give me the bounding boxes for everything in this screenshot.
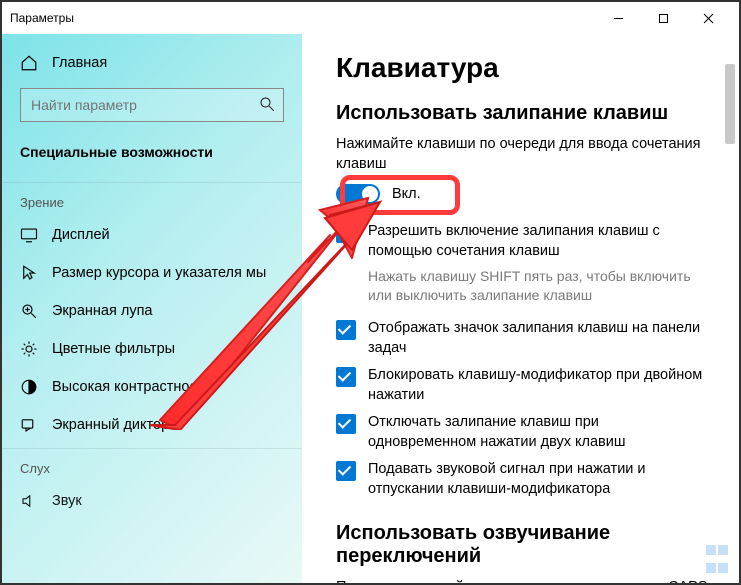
nav-label: Цветные фильтры	[52, 341, 175, 357]
page-title: Клавиатура	[336, 52, 711, 84]
toggle-state-label: Вкл.	[392, 186, 421, 202]
close-button[interactable]	[686, 2, 731, 34]
nav-sound[interactable]: Звук	[2, 482, 302, 520]
nav-color-filters[interactable]: Цветные фильтры	[2, 330, 302, 368]
group-vision: Зрение	[2, 182, 302, 216]
check-taskbar-icon[interactable]: Отображать значок залипания клавиш на па…	[336, 319, 711, 358]
check-shortcut-enable[interactable]: Разрешить включение залипания клавиш с п…	[336, 222, 711, 261]
checkbox-icon	[336, 223, 356, 243]
nav-high-contrast[interactable]: Высокая контрастность	[2, 368, 302, 406]
sticky-keys-heading: Использовать залипание клавиш	[336, 102, 711, 125]
checkbox-icon	[336, 414, 356, 434]
sticky-keys-toggle-row: Вкл.	[336, 184, 711, 204]
settings-window: Параметры Главная Специальные возможност…	[0, 0, 741, 585]
checkbox-icon	[336, 367, 356, 387]
titlebar: Параметры	[2, 2, 739, 34]
checkbox-icon	[336, 461, 356, 481]
search-wrap	[20, 88, 284, 122]
check-label: Подавать звуковой сигнал при нажатии и о…	[368, 460, 711, 499]
sidebar: Главная Специальные возможности Зрение Д…	[2, 34, 302, 583]
home-label: Главная	[52, 55, 107, 71]
check-lock-modifier[interactable]: Блокировать клавишу-модификатор при двой…	[336, 366, 711, 405]
check-label: Блокировать клавишу-модификатор при двой…	[368, 366, 711, 405]
nav-cursor-size[interactable]: Размер курсора и указателя мы	[2, 254, 302, 292]
display-icon	[20, 226, 38, 244]
watermark-icon	[705, 543, 729, 579]
check-beep-modifier[interactable]: Подавать звуковой сигнал при нажатии и о…	[336, 460, 711, 499]
check-label: Отключать залипание клавиш при одновреме…	[368, 413, 711, 452]
nav-display[interactable]: Дисплей	[2, 216, 302, 254]
nav-narrator[interactable]: Экранный диктор	[2, 406, 302, 444]
color-filters-icon	[20, 340, 38, 358]
check-label: Разрешить включение залипания клавиш с п…	[368, 222, 711, 261]
check-label: Отображать значок залипания клавиш на па…	[368, 319, 711, 358]
sticky-keys-toggle[interactable]	[336, 184, 380, 204]
sound-icon	[20, 492, 38, 510]
minimize-button[interactable]	[596, 2, 641, 34]
sticky-keys-hint: Нажимайте клавиши по очереди для ввода с…	[336, 135, 711, 174]
nav-label: Размер курсора и указателя мы	[52, 265, 266, 281]
search-icon	[258, 95, 276, 118]
maximize-button[interactable]	[641, 2, 686, 34]
nav-label: Экранный диктор	[52, 417, 169, 433]
content-pane: Клавиатура Использовать залипание клавиш…	[302, 34, 739, 583]
toggle-keys-heading: Использовать озвучивание переключений	[336, 522, 711, 568]
cursor-icon	[20, 264, 38, 282]
search-input[interactable]	[20, 88, 284, 122]
nav-label: Дисплей	[52, 227, 110, 243]
section-title: Специальные возможности	[2, 136, 302, 178]
home-icon	[20, 54, 38, 72]
home-nav[interactable]: Главная	[2, 44, 302, 82]
scroll-thumb[interactable]	[725, 64, 735, 144]
magnifier-icon	[20, 302, 38, 320]
nav-label: Экранная лупа	[52, 303, 152, 319]
toggle-keys-hint: Подавать звуковой сигнал при нажатии кла…	[336, 578, 711, 583]
checkbox-icon	[336, 320, 356, 340]
narrator-icon	[20, 416, 38, 434]
scrollbar[interactable]	[723, 34, 737, 583]
window-title: Параметры	[10, 11, 74, 25]
nav-label: Звук	[52, 493, 82, 509]
nav-label: Высокая контрастность	[52, 379, 211, 395]
nav-magnifier[interactable]: Экранная лупа	[2, 292, 302, 330]
shortcut-subhint: Нажать клавишу SHIFT пять раз, чтобы вкл…	[368, 267, 711, 305]
contrast-icon	[20, 378, 38, 396]
check-turn-off-two-keys[interactable]: Отключать залипание клавиш при одновреме…	[336, 413, 711, 452]
group-hearing: Слух	[2, 448, 302, 482]
